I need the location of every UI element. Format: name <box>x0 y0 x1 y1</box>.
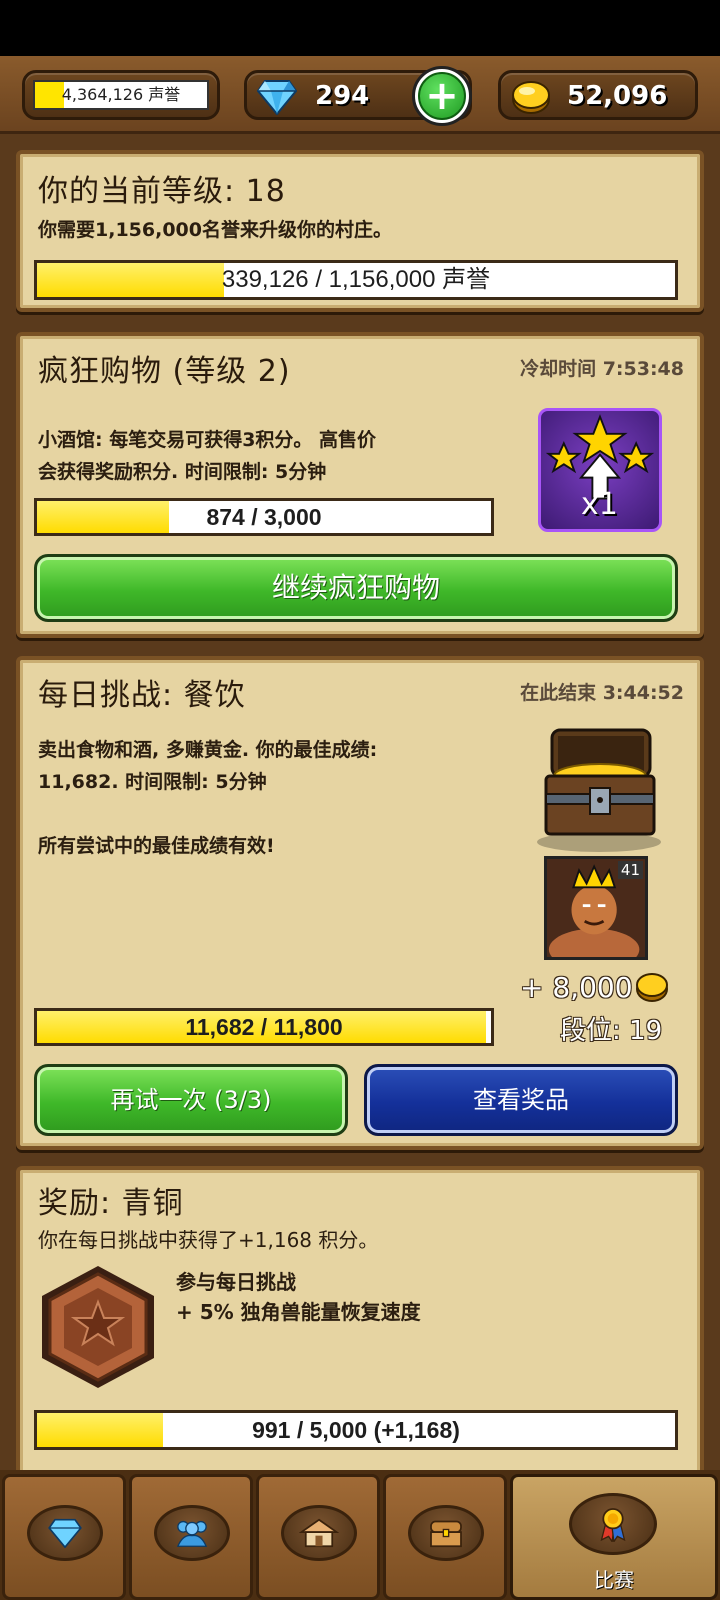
shopping-progress-bar: 874 / 3,000 <box>34 498 494 536</box>
nav-tab-treasure[interactable] <box>383 1474 507 1600</box>
multiplier-label: x1 <box>581 487 618 522</box>
shopping-title: 疯狂购物 (等级 2) <box>38 354 291 389</box>
rank-label: 段位: 19 <box>560 1016 663 1046</box>
level-progress-text: 339,126 / 1,156,000 声誉 <box>221 266 491 293</box>
nav-disc <box>154 1505 230 1561</box>
challenge-progress-bar: 11,682 / 11,800 <box>34 1008 494 1046</box>
treasure-chest-icon <box>537 728 661 852</box>
reward-amount: + 8,000 <box>520 970 669 1004</box>
daily-challenge-panel: 每日挑战: 餐饮 在此结束 3:44:52 卖出食物和酒, 多赚黄金. 你的最佳… <box>16 656 704 1150</box>
gold-coin-icon <box>512 81 550 114</box>
reward-gold-text: + 8,000 <box>520 970 633 1004</box>
shopping-cooldown: 冷却时间 7:53:48 <box>520 358 684 380</box>
nav-tab-contest[interactable]: 比赛 <box>510 1474 718 1600</box>
status-bar <box>0 0 720 56</box>
nav-label-contest: 比赛 <box>594 1568 634 1592</box>
nav-disc <box>281 1505 357 1561</box>
gold-count: 52,096 <box>567 81 668 111</box>
retry-button[interactable]: 再试一次 (3/3) <box>34 1064 348 1136</box>
level-progress-bar: 339,126 / 1,156,000 声誉 <box>34 260 678 300</box>
gold-counter[interactable]: 52,096 <box>498 70 698 120</box>
prestige-bar: 4,364,126 声誉 <box>33 80 209 110</box>
resource-bar: 4,364,126 声誉 294 52,096 <box>0 56 720 134</box>
opponent-avatar[interactable]: 41 <box>544 856 648 960</box>
reward-description: 你在每日挑战中获得了+1,168 积分。 <box>38 1228 379 1252</box>
shopping-description: 小酒馆: 每笔交易可获得3积分。 高售价 会获得奖励积分. 时间限制: 5分钟 <box>38 429 377 483</box>
challenge-progress-text: 11,682 / 11,800 <box>185 1014 343 1040</box>
continue-shopping-button[interactable]: 继续疯狂购物 <box>34 554 678 622</box>
view-prizes-button[interactable]: 查看奖品 <box>364 1064 678 1136</box>
challenge-end-timer: 在此结束 3:44:52 <box>520 682 684 704</box>
chest-icon <box>430 1520 462 1548</box>
prestige-value: 4,364,126 声誉 <box>61 85 181 104</box>
nav-disc <box>408 1505 484 1561</box>
plus-icon: + <box>418 72 466 120</box>
shopping-progress-text: 874 / 3,000 <box>206 504 322 530</box>
reward-progress-text: 991 / 5,000 (+1,168) <box>252 1417 460 1443</box>
opponent-level: 41 <box>617 861 643 879</box>
perk-line-1: 参与每日挑战 <box>176 1270 296 1294</box>
add-gems-button[interactable]: + <box>412 66 472 126</box>
bottom-navigation: 比赛 <box>0 1470 720 1600</box>
diamond-icon <box>48 1518 82 1548</box>
nav-tab-gems[interactable] <box>2 1474 126 1600</box>
gold-coin-icon <box>635 973 668 1002</box>
people-icon <box>176 1520 208 1547</box>
level-description: 你需要1,156,000名誉来升级你的村庄。 <box>38 219 392 241</box>
nav-tab-village[interactable] <box>256 1474 380 1600</box>
challenge-title: 每日挑战: 餐饮 <box>38 678 246 713</box>
diamond-icon <box>257 80 297 115</box>
reward-progress-bar: 991 / 5,000 (+1,168) <box>34 1410 678 1450</box>
perk-line-2: + 5% 独角兽能量恢复速度 <box>176 1300 421 1324</box>
gem-count: 294 <box>315 81 370 111</box>
nav-disc <box>27 1505 103 1561</box>
star-multiplier-badge[interactable]: x1 <box>538 408 662 532</box>
challenge-description: 卖出食物和酒, 多赚黄金. 你的最佳成绩: 11,682. 时间限制: 5分钟 … <box>38 739 378 857</box>
shopping-panel: 疯狂购物 (等级 2) 冷却时间 7:53:48 小酒馆: 每笔交易可获得3积分… <box>16 332 704 638</box>
bronze-medal-icon <box>42 1266 154 1388</box>
prestige-counter[interactable]: 4,364,126 声誉 <box>22 70 220 120</box>
reward-title: 奖励: 青铜 <box>38 1186 184 1221</box>
nav-disc <box>569 1493 657 1555</box>
level-title: 你的当前等级: 18 <box>38 174 286 209</box>
level-panel: 你的当前等级: 18 你需要1,156,000名誉来升级你的村庄。 339,12… <box>16 150 704 312</box>
reward-panel: 奖励: 青铜 你在每日挑战中获得了+1,168 积分。 参与每日挑战 + 5% … <box>16 1166 704 1476</box>
medal-ribbon-icon <box>600 1508 626 1542</box>
nav-tab-social[interactable] <box>129 1474 253 1600</box>
house-icon <box>299 1518 339 1548</box>
